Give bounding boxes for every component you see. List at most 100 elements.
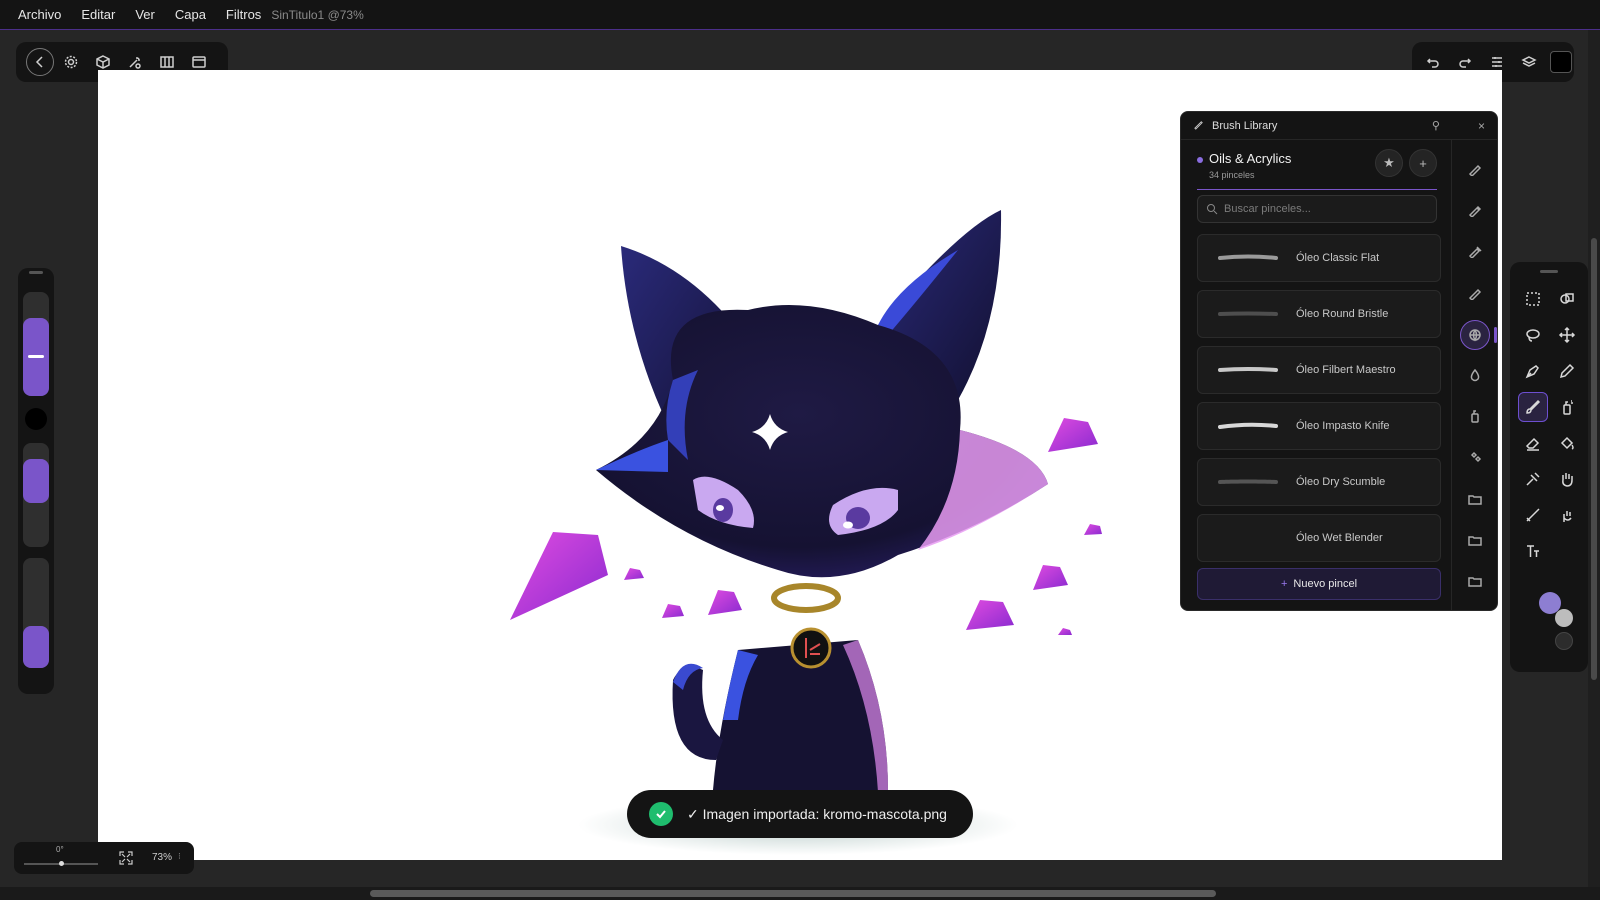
pencil-icon[interactable] bbox=[1462, 197, 1488, 223]
pencil-tool[interactable] bbox=[1552, 356, 1582, 386]
brush-library-icon bbox=[1193, 119, 1204, 133]
search-icon bbox=[1207, 204, 1218, 215]
import-toast: ✓ Imagen importada: kromo-mascota.png bbox=[627, 790, 973, 838]
brush-stroke-preview bbox=[1218, 367, 1278, 372]
brush-name: Óleo Impasto Knife bbox=[1296, 420, 1390, 432]
rotation-value: 0° bbox=[56, 845, 64, 854]
folder-icon[interactable] bbox=[1462, 486, 1488, 512]
color-swatch-left[interactable] bbox=[25, 408, 47, 430]
brush-stroke-preview bbox=[1218, 311, 1278, 316]
marker-icon[interactable] bbox=[1462, 238, 1488, 264]
brush-size-slider[interactable] bbox=[23, 292, 49, 396]
fill-tool[interactable] bbox=[1552, 428, 1582, 458]
lasso-tool[interactable] bbox=[1518, 320, 1548, 350]
close-icon[interactable]: × bbox=[1478, 119, 1485, 133]
hand-tool[interactable] bbox=[1552, 464, 1582, 494]
brush-item[interactable]: Óleo Wet Blender bbox=[1197, 514, 1441, 562]
pen-icon[interactable] bbox=[1462, 156, 1488, 182]
plus-icon: + bbox=[1419, 155, 1427, 171]
category-title: Oils & Acrylics bbox=[1209, 151, 1292, 166]
toast-message: ✓ Imagen importada: kromo-mascota.png bbox=[687, 805, 947, 822]
horizontal-scrollbar[interactable] bbox=[0, 887, 1600, 900]
category-dot bbox=[1197, 157, 1203, 163]
back-icon[interactable] bbox=[26, 48, 54, 76]
brush-library-panel: Brush Library ⚲ × Oils & Acrylics 34 pin… bbox=[1180, 111, 1498, 611]
spray-icon[interactable] bbox=[1462, 403, 1488, 429]
rotation-thumb[interactable] bbox=[59, 861, 64, 866]
brush-name: Óleo Dry Scumble bbox=[1296, 476, 1386, 488]
brush-library-title: Brush Library bbox=[1212, 119, 1278, 132]
layers-icon[interactable] bbox=[1514, 47, 1544, 77]
brush-item[interactable]: Óleo Impasto Knife bbox=[1197, 402, 1441, 450]
check-icon bbox=[649, 802, 673, 826]
flow-slider[interactable] bbox=[23, 558, 49, 668]
fit-screen-icon[interactable] bbox=[118, 850, 134, 866]
brush-item[interactable]: Óleo Dry Scumble bbox=[1197, 458, 1441, 506]
star-icon: ★ bbox=[1383, 155, 1395, 170]
move-tool[interactable] bbox=[1552, 320, 1582, 350]
brush-stroke-preview bbox=[1218, 254, 1278, 260]
toolbox bbox=[1510, 262, 1588, 672]
line-tool[interactable] bbox=[1518, 500, 1548, 530]
panel-handle[interactable] bbox=[29, 271, 43, 274]
menu-ver[interactable]: Ver bbox=[135, 7, 155, 22]
secondary-color-swatch[interactable] bbox=[1555, 609, 1573, 627]
brush-tool[interactable] bbox=[1518, 392, 1548, 422]
menubar: Archivo Editar Ver Capa Filtros SinTitul… bbox=[0, 0, 1600, 30]
menu-archivo[interactable]: Archivo bbox=[18, 7, 61, 22]
pen-tool[interactable] bbox=[1518, 356, 1548, 386]
brush-name: Óleo Filbert Maestro bbox=[1296, 364, 1396, 376]
brush-item[interactable]: Óleo Round Bristle bbox=[1197, 290, 1441, 338]
left-slider-panel bbox=[18, 268, 54, 694]
gear-icon[interactable] bbox=[56, 47, 86, 77]
text-tool[interactable] bbox=[1518, 536, 1548, 566]
brush-stroke-preview bbox=[1218, 479, 1278, 484]
brush-name: Óleo Round Bristle bbox=[1296, 308, 1389, 320]
active-category-indicator bbox=[1494, 327, 1497, 343]
smudge-tool[interactable] bbox=[1518, 464, 1548, 494]
favorite-button[interactable]: ★ bbox=[1375, 149, 1403, 177]
sparkle-icon[interactable] bbox=[1462, 444, 1488, 470]
globe-icon[interactable] bbox=[1460, 320, 1490, 350]
vertical-scrollbar[interactable] bbox=[1588, 30, 1600, 887]
pin-icon[interactable]: ⚲ bbox=[1432, 119, 1440, 132]
inking-icon[interactable] bbox=[1462, 280, 1488, 306]
flow-fill bbox=[23, 626, 49, 668]
brush-search bbox=[1197, 195, 1437, 223]
gesture-tool[interactable] bbox=[1552, 500, 1582, 530]
drop-icon[interactable] bbox=[1462, 362, 1488, 388]
opacity-slider[interactable] bbox=[23, 443, 49, 547]
shapes-tool[interactable] bbox=[1552, 284, 1582, 314]
brush-name: Óleo Wet Blender bbox=[1296, 532, 1383, 544]
zoom-panel: 0° 73% ⁝ bbox=[14, 842, 194, 874]
add-category-button[interactable]: + bbox=[1409, 149, 1437, 177]
category-count: 34 pinceles bbox=[1209, 170, 1255, 180]
brush-item[interactable]: Óleo Filbert Maestro bbox=[1197, 346, 1441, 394]
zoom-level[interactable]: 73% bbox=[152, 852, 172, 863]
color-swatch[interactable] bbox=[1550, 51, 1572, 73]
rotation-slider[interactable] bbox=[24, 861, 98, 866]
eraser-tool[interactable] bbox=[1518, 428, 1548, 458]
toolbox-handle[interactable] bbox=[1540, 270, 1558, 273]
zoom-dropdown-icon[interactable]: ⁝ bbox=[178, 851, 181, 862]
new-brush-button[interactable]: + Nuevo pincel bbox=[1197, 568, 1441, 600]
brush-category-sidebar bbox=[1451, 140, 1497, 610]
menu-filtros[interactable]: Filtros bbox=[226, 7, 261, 22]
spray-tool[interactable] bbox=[1552, 392, 1582, 422]
rect-select-tool[interactable] bbox=[1518, 284, 1548, 314]
vertical-scroll-thumb[interactable] bbox=[1591, 238, 1597, 680]
search-input[interactable] bbox=[1224, 203, 1424, 215]
new-brush-label: Nuevo pincel bbox=[1293, 578, 1358, 590]
tertiary-color-swatch[interactable] bbox=[1555, 632, 1573, 650]
slider-thumb[interactable] bbox=[28, 355, 44, 358]
folder-icon[interactable] bbox=[1462, 568, 1488, 594]
brush-stroke-preview bbox=[1218, 534, 1278, 542]
plus-icon: + bbox=[1280, 578, 1288, 590]
menu-editar[interactable]: Editar bbox=[81, 7, 115, 22]
brush-item[interactable]: Óleo Classic Flat bbox=[1197, 234, 1441, 282]
brush-list-area: Oils & Acrylics 34 pinceles ★ + Óleo Cla… bbox=[1181, 140, 1453, 610]
horizontal-scroll-thumb[interactable] bbox=[370, 890, 1216, 897]
menu-capa[interactable]: Capa bbox=[175, 7, 206, 22]
folder-icon[interactable] bbox=[1462, 527, 1488, 553]
brush-stroke-preview bbox=[1218, 422, 1278, 429]
